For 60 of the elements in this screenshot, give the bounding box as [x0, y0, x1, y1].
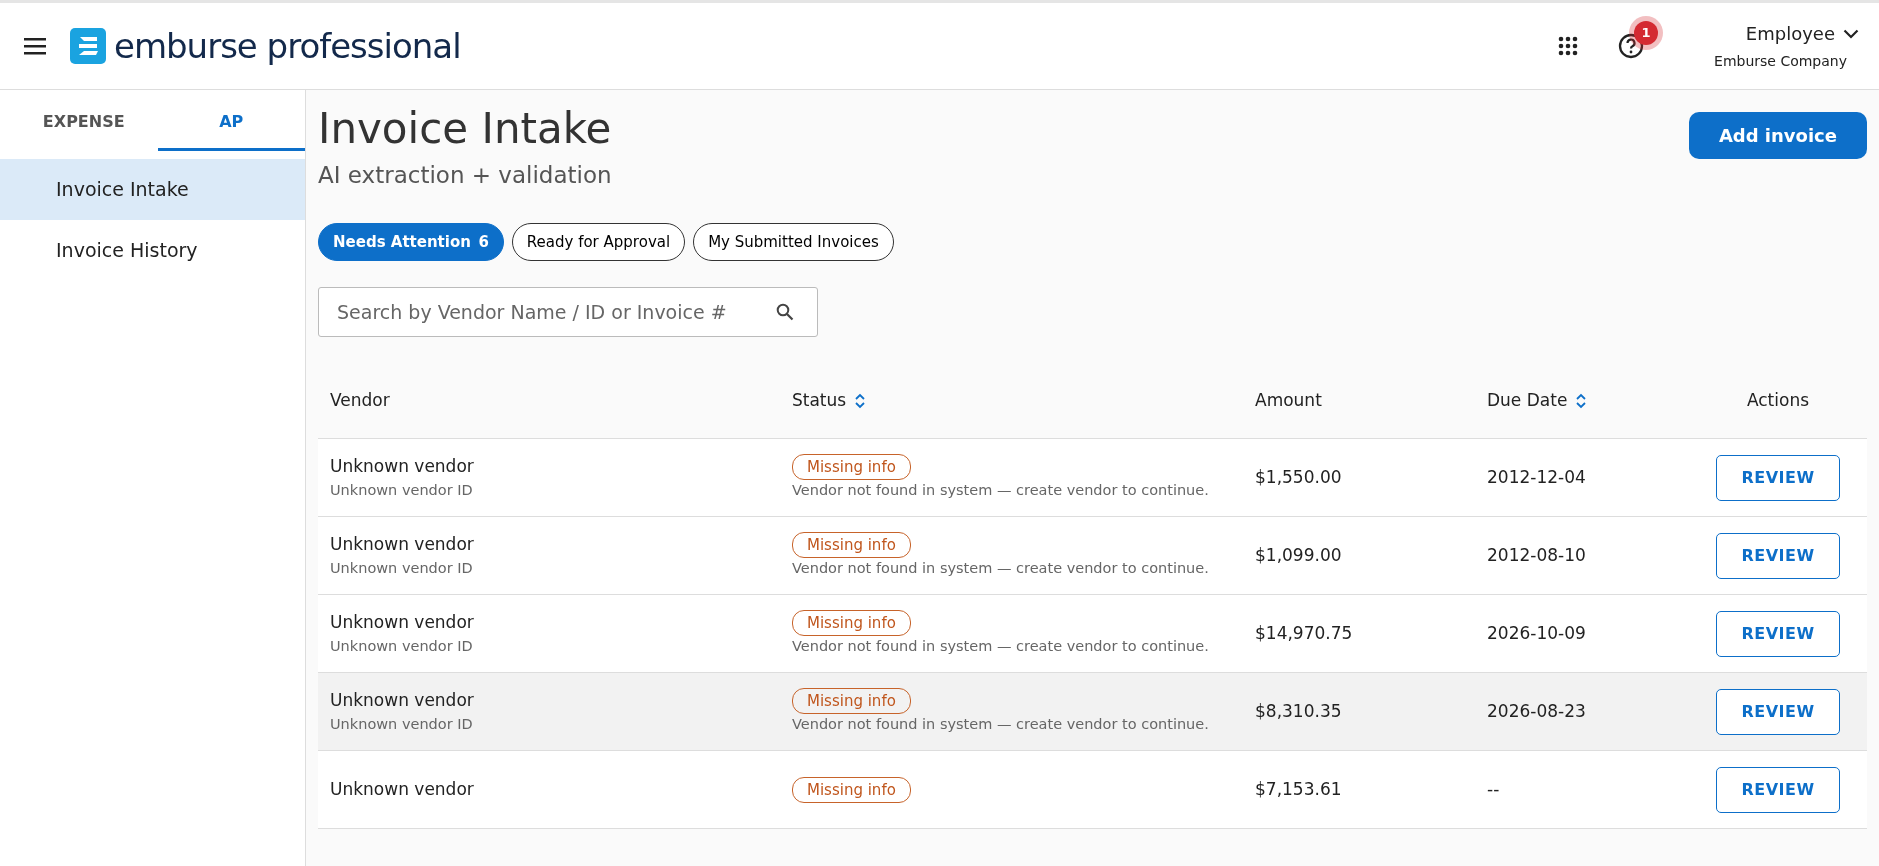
- page-title: Invoice Intake: [318, 104, 612, 155]
- vendor-id: Unknown vendor ID: [330, 480, 474, 500]
- logo-icon: [70, 28, 106, 64]
- filter-chip[interactable]: My Submitted Invoices: [693, 222, 894, 262]
- search-icon[interactable]: [776, 303, 794, 322]
- vendor-name: Unknown vendor: [330, 778, 475, 802]
- menu-icon[interactable]: [24, 37, 46, 55]
- notification-badge: 1: [1634, 21, 1659, 45]
- filter-chip[interactable]: Ready for Approval: [511, 222, 686, 262]
- review-button[interactable]: REVIEW: [1716, 766, 1840, 813]
- amount-text: $7,153.61: [1255, 779, 1342, 800]
- column-header: Actions: [1746, 389, 1810, 413]
- due-date-text: 2012-08-10: [1487, 545, 1586, 566]
- column-header[interactable]: Status: [792, 388, 867, 414]
- company-name: Emburse Company: [1714, 52, 1847, 71]
- amount-text: $1,099.00: [1255, 545, 1342, 566]
- chevron-down-icon: [1843, 28, 1859, 39]
- review-button[interactable]: REVIEW: [1716, 532, 1840, 579]
- column-header: Vendor: [330, 389, 390, 413]
- vendor-id: Unknown vendor ID: [330, 714, 474, 734]
- sort-icon[interactable]: [1575, 392, 1588, 409]
- status-message: Vendor not found in system — create vendor to continue.: [792, 559, 1209, 579]
- vendor-name: Unknown vendor: [330, 455, 475, 479]
- help-icon[interactable]: [1618, 33, 1645, 59]
- status-message: Vendor not found in system — create vendor to continue.: [792, 637, 1209, 657]
- status-tag: Missing info: [792, 776, 911, 804]
- due-date-text: --: [1487, 779, 1500, 800]
- column-header[interactable]: Due Date: [1487, 388, 1588, 414]
- review-button[interactable]: REVIEW: [1716, 610, 1840, 657]
- vendor-name: Unknown vendor: [330, 611, 475, 635]
- status-tag: Missing info: [792, 687, 911, 715]
- add-invoice-button[interactable]: Add invoice: [1688, 112, 1867, 159]
- review-button[interactable]: REVIEW: [1716, 688, 1840, 735]
- sidebar-tab[interactable]: EXPENSE: [10, 90, 158, 151]
- due-date-text: 2012-12-04: [1487, 467, 1586, 488]
- status-message: Vendor not found in system — create vendor to continue.: [792, 481, 1209, 501]
- due-date-text: 2026-10-09: [1487, 623, 1586, 644]
- vendor-name: Unknown vendor: [330, 533, 475, 557]
- status-message: Vendor not found in system — create vendor to continue.: [792, 715, 1209, 735]
- due-date-text: 2026-08-23: [1487, 701, 1586, 722]
- status-tag: Missing info: [792, 453, 911, 481]
- amount-text: $8,310.35: [1255, 701, 1342, 722]
- sort-icon[interactable]: [854, 392, 867, 409]
- user-menu[interactable]: Employee: [1745, 20, 1859, 47]
- sidebar-item[interactable]: Invoice History: [0, 219, 305, 280]
- sidebar-item[interactable]: Invoice Intake: [0, 159, 305, 220]
- vendor-name: Unknown vendor: [330, 689, 475, 713]
- search-field[interactable]: Search by Vendor Name / ID or Invoice #: [318, 287, 818, 338]
- status-tag: Missing info: [792, 531, 911, 559]
- filter-chip[interactable]: Needs Attention 6: [318, 222, 504, 262]
- page-subtitle: AI extraction + validation: [318, 161, 612, 191]
- brand-name: emburse professional: [114, 24, 461, 68]
- vendor-id: Unknown vendor ID: [330, 636, 474, 656]
- review-button[interactable]: REVIEW: [1716, 454, 1840, 501]
- apps-grid-icon[interactable]: [1558, 36, 1579, 56]
- column-header: Amount: [1255, 389, 1322, 413]
- amount-text: $1,550.00: [1255, 467, 1342, 488]
- status-tag: Missing info: [792, 609, 911, 637]
- vendor-id: Unknown vendor ID: [330, 558, 474, 578]
- amount-text: $14,970.75: [1255, 623, 1353, 644]
